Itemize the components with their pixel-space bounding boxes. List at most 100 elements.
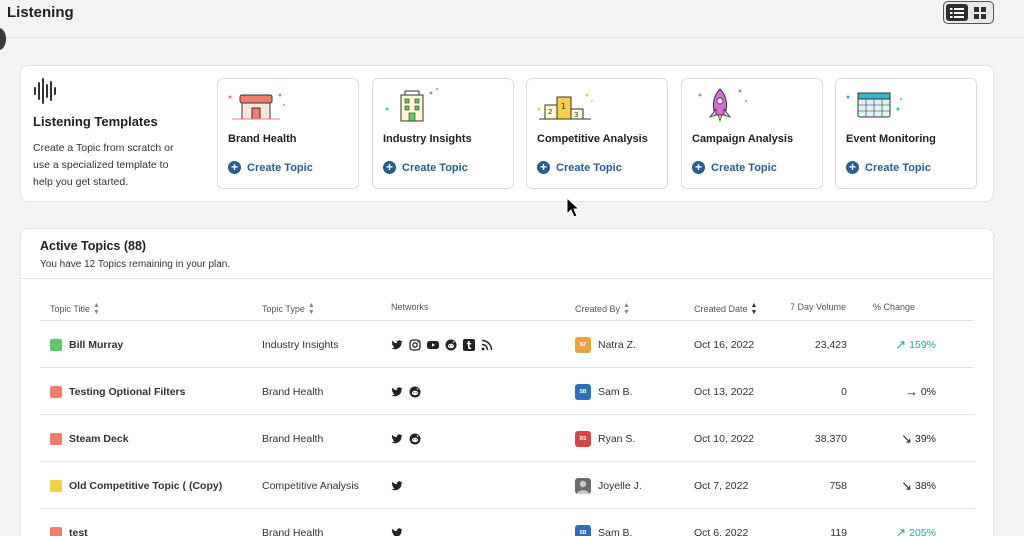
avatar: NZ — [575, 336, 591, 353]
templates-description: Create a Topic from scratch or use a spe… — [33, 142, 174, 188]
seven-day-volume: 0 — [841, 385, 847, 398]
template-campaign-analysis[interactable]: Campaign Analysis + Create Topic — [681, 78, 823, 189]
percent-change: ↘ 39% — [866, 415, 936, 462]
avatar — [575, 477, 591, 494]
rss-icon — [481, 339, 493, 351]
column-header-created-by[interactable]: Created By ▲ ▼ — [575, 302, 630, 316]
networks-cell — [391, 509, 403, 536]
percent-change-value: 39% — [914, 432, 936, 445]
topic-type: Competitive Analysis — [262, 479, 359, 492]
svg-text:1: 1 — [561, 102, 566, 111]
column-header-networks: Networks — [391, 302, 429, 312]
reddit-icon — [409, 386, 421, 398]
creator-name: Natra Z. — [598, 338, 636, 351]
creator-name: Joyelle J. — [598, 479, 642, 492]
topic-type: Industry Insights — [262, 338, 339, 351]
plus-circle-icon: + — [228, 161, 241, 174]
created-by-cell: SB Sam B. — [575, 368, 632, 415]
active-topics-panel: Active Topics (88) You have 12 Topics re… — [20, 228, 994, 536]
grid-view-button[interactable] — [970, 4, 992, 21]
created-by-cell: Joyelle J. — [575, 462, 642, 509]
topic-color-swatch — [50, 338, 62, 351]
plus-circle-icon: + — [692, 161, 705, 174]
avatar: SB — [575, 383, 591, 400]
topic-type: Brand Health — [262, 432, 324, 445]
active-topics-title: Active Topics (88) — [40, 239, 147, 253]
tumblr-icon — [463, 338, 475, 351]
instagram-icon — [409, 338, 421, 351]
twitter-icon — [391, 480, 403, 492]
view-toggle — [943, 1, 994, 24]
templates-title: Listening Templates — [33, 114, 158, 129]
template-name: Competitive Analysis — [537, 133, 648, 145]
create-topic-button[interactable]: + Create Topic — [383, 161, 468, 174]
create-topic-button[interactable]: + Create Topic — [692, 161, 777, 174]
template-name: Industry Insights — [383, 133, 472, 145]
reddit-icon — [445, 339, 457, 351]
youtube-icon — [427, 339, 439, 351]
list-view-button[interactable] — [946, 4, 968, 21]
trend-down-icon: ↘ — [901, 478, 912, 493]
column-header-topic-type[interactable]: Topic Type ▲ ▼ — [262, 302, 315, 316]
column-header-created-date[interactable]: Created Date ▲ ▼ — [694, 302, 757, 316]
topic-color-swatch — [50, 432, 62, 445]
twitter-icon — [391, 386, 403, 398]
podium-icon: 1 2 3 — [537, 93, 593, 120]
create-topic-button[interactable]: + Create Topic — [846, 161, 931, 174]
seven-day-volume: 38,370 — [814, 432, 847, 445]
topic-title-link[interactable]: test — [69, 527, 88, 536]
topic-color-swatch — [50, 526, 62, 536]
table-row[interactable]: test Brand Health SB Sam B. Oct 6, 2022 1… — [40, 509, 974, 536]
topic-title-link[interactable]: Steam Deck — [69, 433, 129, 445]
topic-title-link[interactable]: Testing Optional Filters — [69, 386, 185, 398]
seven-day-volume: 758 — [829, 479, 847, 492]
percent-change-value: 159% — [909, 338, 936, 351]
creator-name: Ryan S. — [598, 432, 636, 445]
sort-descending-icon: ▲ ▼ — [750, 302, 758, 316]
listening-templates-panel: Listening Templates Create a Topic from … — [20, 65, 994, 202]
percent-change-value: 38% — [914, 479, 936, 492]
table-row[interactable]: Testing Optional Filters Brand Health SB… — [40, 368, 974, 415]
template-name: Event Monitoring — [846, 133, 936, 145]
create-topic-button[interactable]: + Create Topic — [537, 161, 622, 174]
topic-type: Brand Health — [262, 526, 324, 536]
table-row[interactable]: Bill Murray Industry Insights NZ Natra Z.… — [40, 321, 974, 368]
calendar-icon — [846, 92, 902, 118]
plus-circle-icon: + — [537, 161, 550, 174]
list-view-icon — [949, 7, 964, 18]
template-event-monitoring[interactable]: Event Monitoring + Create Topic — [835, 78, 977, 189]
created-date: Oct 10, 2022 — [694, 432, 755, 445]
topic-color-swatch — [50, 479, 62, 492]
svg-text:2: 2 — [548, 108, 552, 116]
percent-change: ↗ 159% — [866, 321, 936, 368]
column-header-topic-title[interactable]: Topic Title ▲ ▼ — [50, 302, 100, 316]
topic-title-cell: Steam Deck — [50, 415, 129, 462]
seven-day-volume: 119 — [830, 526, 847, 536]
sort-icon: ▲ ▼ — [307, 302, 315, 316]
column-header-volume: 7 Day Volume — [790, 302, 847, 312]
rocket-icon — [698, 88, 747, 122]
sort-icon: ▲ ▼ — [93, 302, 100, 316]
twitter-icon — [391, 527, 403, 536]
trend-down-icon: ↘ — [901, 431, 912, 446]
topics-count: (88) — [123, 239, 147, 253]
topic-title-cell: test — [50, 509, 88, 536]
created-date: Oct 16, 2022 — [694, 338, 755, 351]
table-row[interactable]: Old Competitive Topic ( (Copy) Competiti… — [40, 462, 974, 509]
template-brand-health[interactable]: Brand Health + Create Topic — [217, 78, 359, 189]
creator-name: Sam B. — [598, 526, 633, 536]
topic-title-link[interactable]: Bill Murray — [69, 339, 123, 351]
create-topic-button[interactable]: + Create Topic — [228, 161, 313, 174]
topic-title-link[interactable]: Old Competitive Topic ( (Copy) — [69, 480, 222, 492]
networks-cell — [391, 462, 403, 509]
networks-cell — [391, 368, 421, 415]
mouse-cursor-icon — [566, 197, 580, 218]
template-industry-insights[interactable]: Industry Insights + Create Topic — [372, 78, 514, 189]
top-bar: Listening — [0, 0, 1024, 38]
topic-title-cell: Bill Murray — [50, 321, 123, 368]
template-competitive-analysis[interactable]: 1 2 3 Competitive Analysis + Create Topi… — [526, 78, 668, 189]
topic-title-cell: Testing Optional Filters — [50, 368, 185, 415]
trend-up-icon: ↗ — [895, 525, 907, 536]
table-row[interactable]: Steam Deck Brand Health RS Ryan S. Oct 10… — [40, 415, 974, 462]
percent-change-value: 205% — [909, 526, 936, 536]
